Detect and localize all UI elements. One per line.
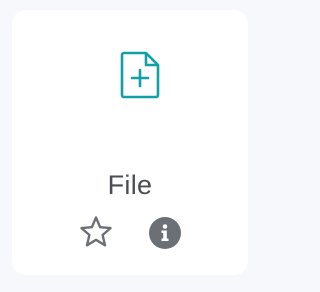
- info-icon[interactable]: [148, 216, 182, 250]
- file-add-icon: [120, 50, 162, 100]
- favorite-star-icon[interactable]: [78, 214, 114, 250]
- tile-label: File: [107, 170, 153, 200]
- file-tile-card[interactable]: File: [12, 10, 248, 275]
